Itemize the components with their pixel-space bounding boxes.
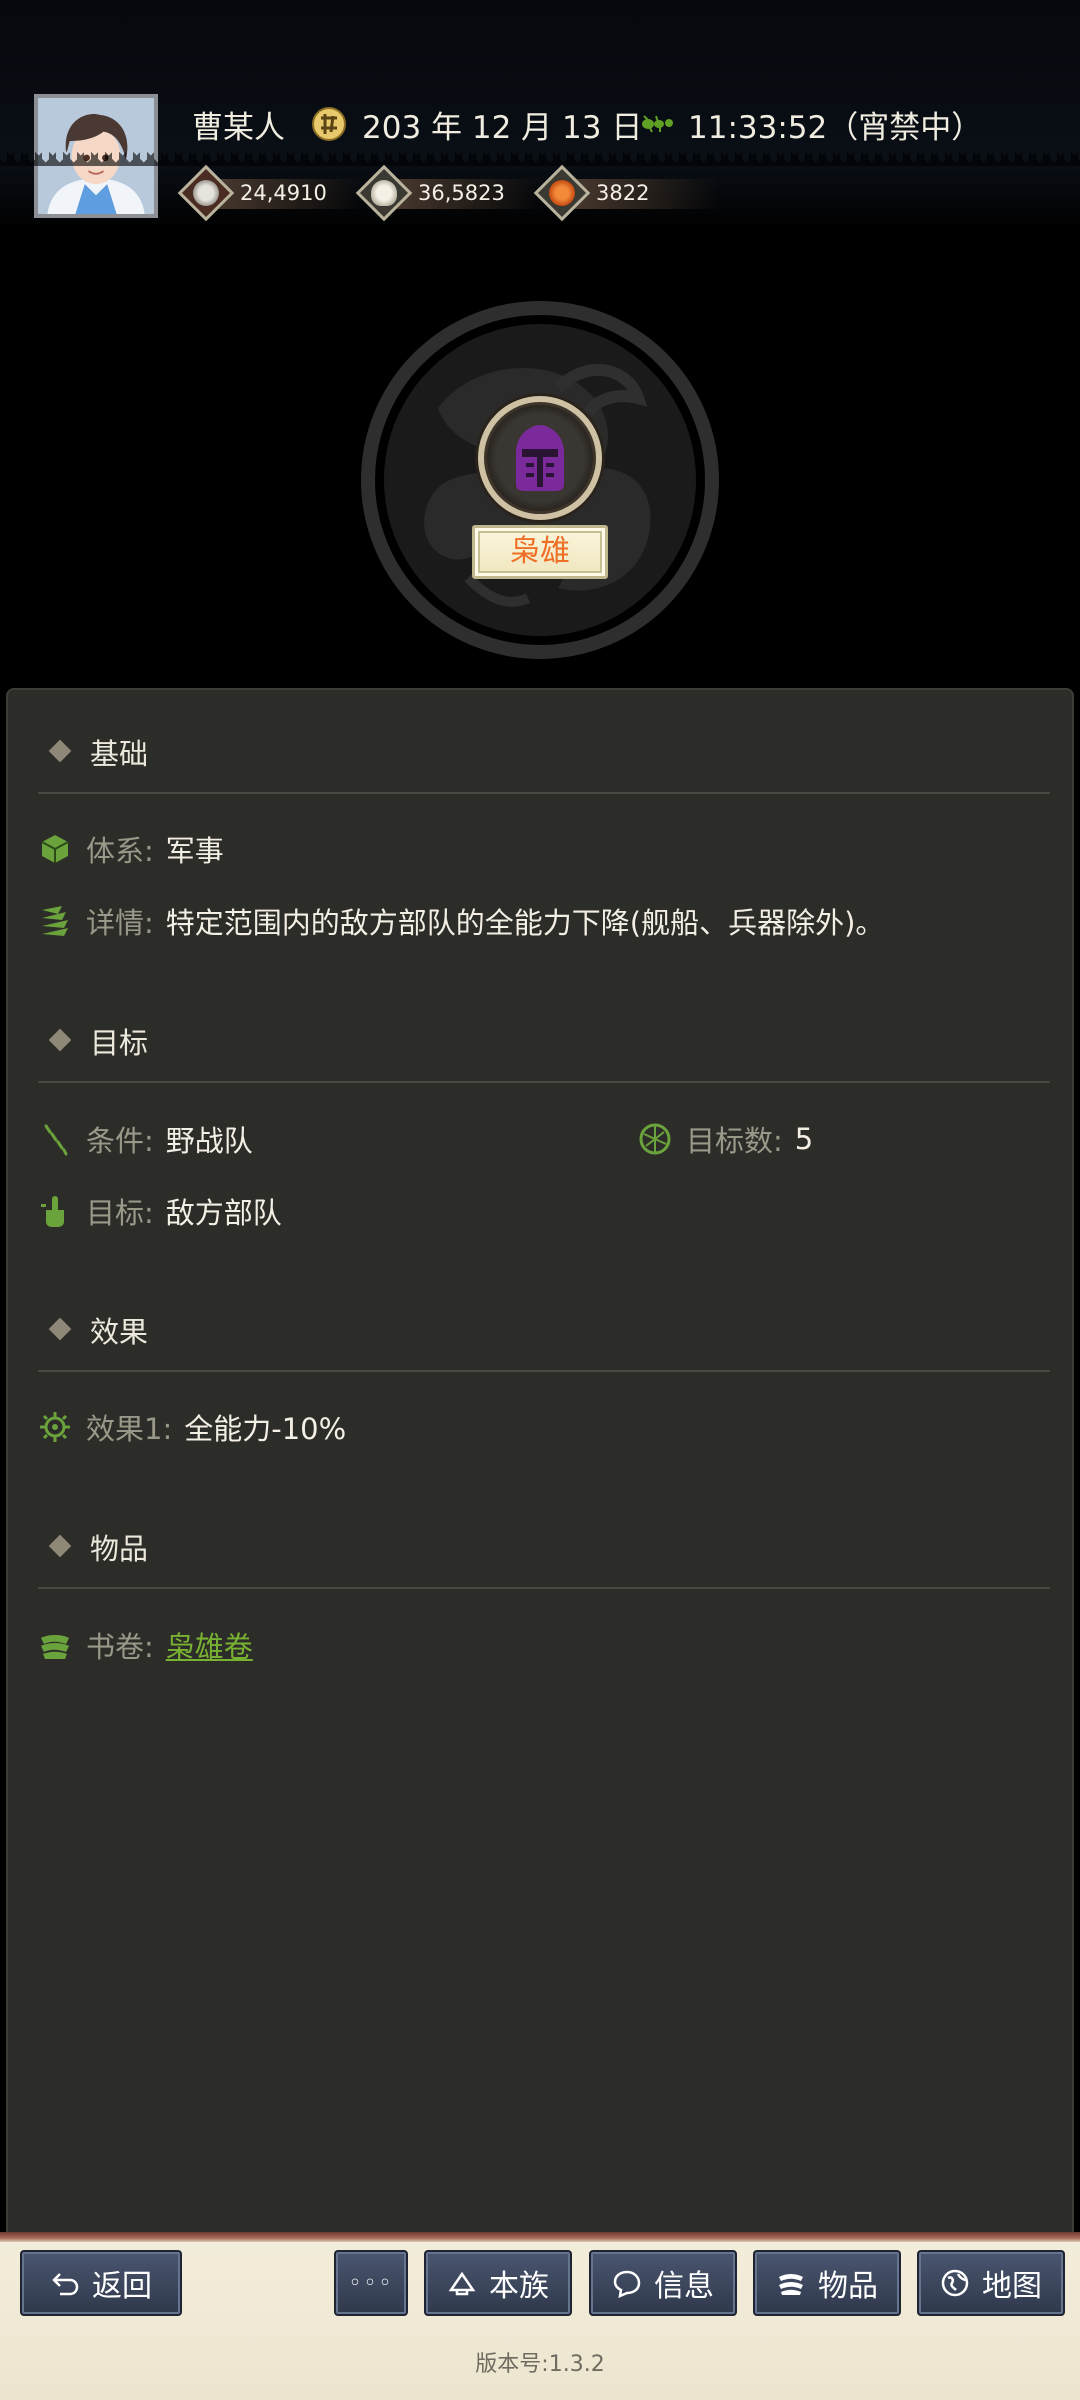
more-button[interactable]: ◦◦◦ (334, 2250, 408, 2316)
map-button[interactable]: 地图 (917, 2250, 1065, 2316)
effect1-label: 效果1: (86, 1412, 173, 1446)
diamond-bullet-icon (48, 1317, 72, 1341)
footprint-icon (44, 1124, 68, 1156)
info-button-label: 信息 (654, 2269, 714, 2304)
detail-label: 详情: (86, 906, 154, 940)
skill-detail-panel: 基础 体系: 军事 详情: 特定范围内的敌方部队的全能力下降(舰船、兵器除外)。… (6, 688, 1074, 2240)
target-count-label: 目标数: (686, 1124, 783, 1158)
target-row: 目标: 敌方部队 (38, 1190, 282, 1232)
diamond-bullet-icon (48, 1028, 72, 1052)
gear-sun-icon (40, 1412, 70, 1442)
globe-icon (941, 2269, 969, 2297)
system-label: 体系: (86, 834, 154, 868)
chat-bubble-icon (613, 2270, 641, 2298)
diamond-bullet-icon (48, 739, 72, 763)
player-avatar[interactable] (34, 94, 158, 218)
section-divider (38, 1370, 1050, 1372)
detail-row: 详情: 特定范围内的敌方部队的全能力下降(舰船、兵器除外)。 (38, 900, 884, 942)
resource-silver-value: 24,4910 (240, 181, 327, 205)
bottom-nav-bar: 返回 ◦◦◦ 本族 信息 物品 地图 版本号:1.3.2 (0, 2232, 1080, 2400)
diamond-bullet-icon (48, 1534, 72, 1558)
section-divider (38, 1081, 1050, 1083)
map-button-label: 地图 (982, 2269, 1042, 2304)
more-button-label: ◦◦◦ (348, 2270, 394, 2296)
ant-time-icon (642, 115, 673, 133)
section-divider (38, 1587, 1050, 1589)
clan-button[interactable]: 本族 (424, 2250, 572, 2316)
game-date: 203 年 12 月 13 日 (362, 110, 643, 146)
section-effect-title: 效果 (90, 1315, 149, 1349)
silver-coin-icon (193, 180, 219, 206)
player-name: 曹某人 (192, 110, 285, 146)
skill-name-badge: 枭雄 (472, 525, 608, 579)
section-divider (38, 792, 1050, 794)
back-button-label: 返回 (92, 2269, 152, 2304)
resource-silver[interactable]: 24,4910 (177, 164, 364, 222)
effect1-value: 全能力-10% (184, 1412, 347, 1446)
target-label: 目标: (86, 1196, 154, 1230)
system-row: 体系: 军事 (38, 828, 224, 870)
resource-medal[interactable]: 3822 (533, 164, 720, 222)
effect1-row: 效果1: 全能力-10% (38, 1406, 346, 1448)
book-scroll-icon (41, 1635, 69, 1659)
back-button[interactable]: 返回 (20, 2250, 182, 2316)
rice-bowl-icon (371, 180, 397, 206)
condition-label: 条件: (86, 1124, 154, 1158)
clan-button-label: 本族 (489, 2269, 549, 2304)
condition-value: 野战队 (165, 1124, 253, 1158)
resource-medal-value: 3822 (596, 181, 650, 205)
calendar-seal-icon (312, 107, 346, 141)
version-label: 版本号:1.3.2 (475, 2352, 605, 2377)
section-basic-title: 基础 (90, 737, 149, 771)
book-row: 书卷: 枭雄卷 (38, 1624, 253, 1666)
condition-row: 条件: 野战队 (38, 1118, 253, 1160)
book-label: 书卷: (86, 1630, 154, 1664)
target-count-row: 目标数: 5 (638, 1118, 813, 1160)
info-button[interactable]: 信息 (589, 2250, 737, 2316)
skill-icon (478, 396, 602, 520)
section-target-title: 目标 (90, 1026, 149, 1060)
book-link[interactable]: 枭雄卷 (166, 1624, 253, 1666)
items-button-label: 物品 (818, 2269, 878, 2304)
game-time: 11:33:52（宵禁中） (688, 110, 983, 146)
target-count-value: 5 (794, 1122, 814, 1156)
scroll-leaf-icon (42, 906, 68, 936)
cube-icon (41, 835, 69, 863)
purple-helmet-icon (516, 425, 564, 491)
back-arrow-icon (52, 2273, 79, 2296)
target-value: 敌方部队 (165, 1196, 282, 1230)
avatar-portrait-icon (38, 98, 154, 214)
detail-value: 特定范围内的敌方部队的全能力下降(舰船、兵器除外)。 (165, 906, 885, 940)
scroll-stack-icon (779, 2274, 803, 2295)
globe-net-icon (639, 1123, 671, 1155)
section-items-title: 物品 (90, 1532, 149, 1566)
system-value: 军事 (165, 834, 224, 868)
top-status-bar: 曹某人 203 年 12 月 13 日 11:33:52（宵禁中） 24,491… (0, 0, 1080, 230)
resource-rice-value: 36,5823 (418, 181, 505, 205)
items-button[interactable]: 物品 (753, 2250, 901, 2316)
orange-medal-icon (549, 180, 575, 206)
clan-hat-icon (448, 2271, 476, 2296)
pointer-hand-icon (41, 1196, 64, 1227)
resource-rice[interactable]: 36,5823 (355, 164, 542, 222)
